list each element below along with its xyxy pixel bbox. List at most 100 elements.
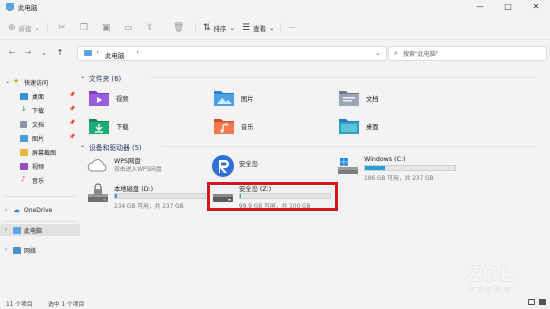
up-button[interactable]: ↑ (54, 46, 66, 60)
document-folder-icon (339, 91, 359, 106)
breadcrumb-this-pc[interactable]: 此电脑 (105, 50, 125, 60)
computer-icon (84, 50, 92, 56)
sidebar-item-network[interactable]: › 网络 (0, 244, 80, 256)
toolbar-divider (195, 23, 196, 33)
chevron-right-icon: › (96, 48, 99, 56)
sort-button[interactable]: ⇅ 排序 ⌄ (203, 20, 235, 36)
close-button[interactable]: ✕ (522, 0, 550, 14)
plus-circle-icon: ⊕ (8, 22, 16, 33)
sidebar-label: 快速访问 (24, 80, 49, 87)
safe-island-app-icon (212, 155, 234, 177)
download-icon: ↓ (21, 105, 27, 113)
sidebar-label: 下载 (32, 108, 45, 115)
sidebar-item-desktop[interactable]: 桌面 📌 (0, 90, 80, 102)
sidebar-item-onedrive[interactable]: › ☁ OneDrive (0, 205, 80, 217)
address-bar[interactable]: › 此电脑 › ⌄ (77, 46, 387, 61)
computer-icon (6, 3, 14, 11)
folder-label: 音乐 (241, 124, 254, 131)
pin-icon: 📌 (69, 92, 76, 98)
desktop-icon (20, 92, 28, 100)
forward-button[interactable]: → (22, 46, 34, 60)
watermark-logo: ZOL (466, 262, 514, 286)
maximize-button[interactable]: □ (494, 0, 522, 14)
drive-usage-fill (365, 166, 385, 170)
chevron-down-icon[interactable]: ⌄ (375, 49, 381, 57)
delete-button[interactable]: 🗑 (173, 20, 184, 36)
hard-drive-icon (88, 183, 108, 202)
drive-subtitle: 双击进入WPS网盘 (114, 167, 162, 173)
star-icon: ★ (13, 77, 20, 85)
chevron-down-icon: ⌄ (269, 24, 275, 32)
folder-icon (20, 148, 28, 156)
folder-item-pictures[interactable]: 图片 (213, 88, 333, 112)
drive-item-c[interactable]: Windows (C:) 186 GB 可用，共 237 GB (336, 154, 458, 186)
view-button[interactable]: ☰ 查看 ⌄ (242, 20, 275, 36)
navigation-pane: ⌄ ★ 快速访问 桌面 📌 ↓ 下载 📌 文档 📌 图片 📌 屏幕截图 视频 ♪… (0, 66, 80, 296)
drive-item-d[interactable]: 本地磁盘 (D:) 234 GB 可用，共 237 GB (86, 182, 208, 214)
arrow-right-icon: → (24, 48, 32, 57)
back-button[interactable]: ← (6, 46, 18, 60)
recent-button[interactable]: ⌄ (38, 46, 50, 60)
chevron-right-icon: › (5, 226, 8, 233)
minimize-button[interactable]: — (466, 0, 494, 14)
share-icon: ⇪ (146, 22, 154, 33)
search-box[interactable]: ⌕ (388, 46, 547, 61)
copy-button[interactable]: ❐ (80, 20, 88, 36)
folder-label: 下载 (116, 124, 129, 131)
picture-folder-icon (214, 91, 234, 106)
sidebar-item-quick-access[interactable]: ⌄ ★ 快速访问 (0, 76, 80, 88)
sidebar-item-documents[interactable]: 文档 📌 (0, 118, 80, 130)
sidebar-label: 视频 (32, 164, 45, 171)
cut-button[interactable]: ✂ (58, 20, 66, 36)
sort-icon: ⇅ (203, 22, 211, 33)
command-bar: ⊕ 新建 ⌄ ✂ ❐ ▣ ▭ ⇪ 🗑 ⇅ 排序 ⌄ ☰ 查看 ⌄ ··· (0, 16, 550, 40)
rename-icon: ▭ (124, 22, 133, 33)
arrow-up-icon: ↑ (56, 48, 64, 57)
arrow-left-icon: ← (8, 48, 16, 57)
paste-icon: ▣ (102, 22, 111, 33)
drive-free-space: 186 GB 可用，共 237 GB (364, 176, 434, 182)
sidebar-item-downloads[interactable]: ↓ 下载 📌 (0, 104, 80, 116)
drive-usage-fill (115, 194, 117, 198)
sidebar-item-this-pc[interactable]: › 此电脑 (0, 224, 80, 236)
more-button[interactable]: ··· (289, 20, 295, 36)
document-icon (20, 120, 27, 128)
folder-label: 图片 (241, 96, 254, 103)
paste-button[interactable]: ▣ (102, 20, 111, 36)
search-input[interactable] (403, 48, 543, 60)
more-icon: ··· (289, 24, 296, 32)
tiles-view-icon[interactable] (539, 299, 546, 305)
computer-icon (13, 226, 21, 234)
sidebar-item-screenshots[interactable]: 屏幕截图 (0, 146, 80, 158)
folder-label: 视频 (116, 96, 129, 103)
rename-button[interactable]: ▭ (124, 20, 133, 36)
network-icon (13, 246, 21, 254)
new-button[interactable]: ⊕ 新建 ⌄ (8, 20, 40, 36)
section-label: 设备和驱动器 (5) (89, 144, 142, 152)
section-divider (150, 77, 535, 78)
toolbar-divider (47, 23, 48, 33)
sidebar-divider (4, 221, 76, 222)
chevron-right-icon[interactable]: › (136, 48, 139, 56)
window-title: 此电脑 (18, 4, 38, 12)
folder-item-desktop[interactable]: 桌面 (338, 116, 458, 140)
folder-item-music[interactable]: 音乐 (213, 116, 333, 140)
folder-label: 文档 (366, 96, 379, 103)
sidebar-divider (4, 196, 76, 197)
download-folder-icon (89, 119, 109, 134)
share-button[interactable]: ⇪ (146, 20, 154, 36)
folder-item-documents[interactable]: 文档 (338, 88, 458, 112)
view-icon: ☰ (242, 22, 251, 33)
toolbar-divider (280, 23, 281, 33)
chevron-right-icon: › (5, 207, 8, 214)
sort-label: 排序 (213, 25, 227, 33)
folder-item-downloads[interactable]: 下载 (88, 116, 208, 140)
navigation-bar: ← → ⌄ ↑ › 此电脑 › ⌄ ⌕ (0, 43, 550, 63)
chevron-down-icon: ⌄ (40, 48, 48, 57)
folder-item-videos[interactable]: 视频 (88, 88, 208, 112)
sidebar-item-music[interactable]: ♪ 音乐 (0, 174, 80, 186)
sidebar-item-videos[interactable]: 视频 (0, 160, 80, 172)
drive-label: Windows (C:) (364, 156, 406, 163)
chevron-down-icon: ⌄ (229, 24, 235, 32)
sidebar-item-pictures[interactable]: 图片 📌 (0, 132, 80, 144)
